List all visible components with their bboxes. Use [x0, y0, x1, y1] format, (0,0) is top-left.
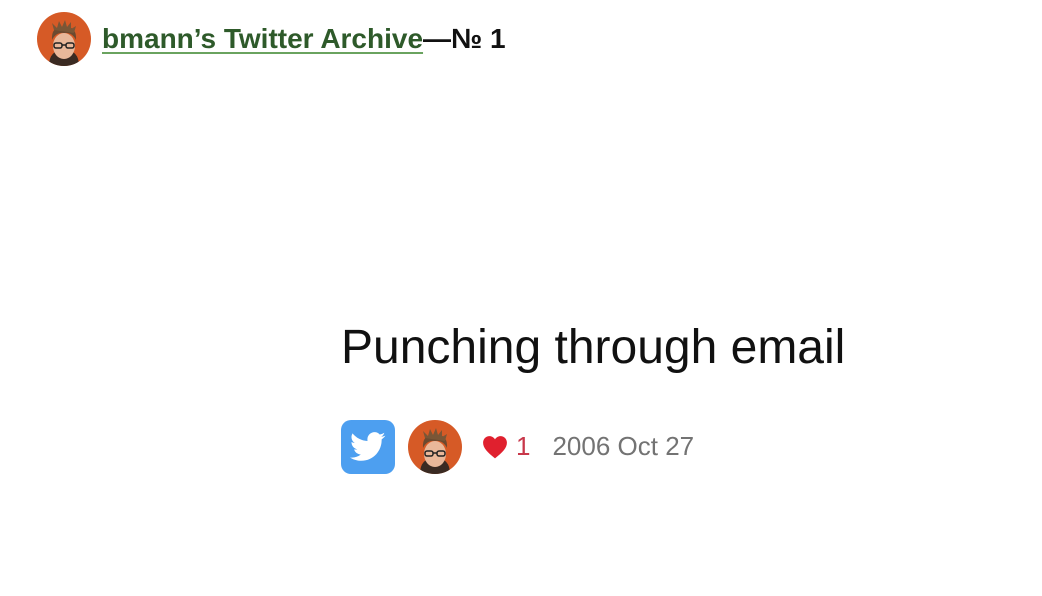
twitter-link-button[interactable]: [341, 419, 395, 474]
heart-icon: [483, 435, 507, 459]
likes-count: 1: [516, 431, 531, 462]
archive-header: bmann’s Twitter Archive—№ 1: [37, 12, 506, 66]
twitter-bird-icon: [350, 431, 386, 461]
archive-link[interactable]: bmann’s Twitter Archive: [102, 23, 423, 54]
tweet-text: Punching through email: [341, 321, 846, 374]
likes: 1: [482, 431, 530, 462]
tweet-number: —№ 1: [423, 23, 506, 54]
tweet-date[interactable]: 2006 Oct 27: [552, 431, 694, 462]
tweet: Punching through email 1 2006 Oct 27: [341, 321, 846, 474]
header-title: bmann’s Twitter Archive—№ 1: [102, 25, 506, 53]
avatar-icon[interactable]: [37, 12, 91, 66]
page: bmann’s Twitter Archive—№ 1 Punching thr…: [0, 0, 1042, 596]
tweet-meta: 1 2006 Oct 27: [341, 419, 845, 474]
author-avatar-icon[interactable]: [408, 419, 462, 474]
